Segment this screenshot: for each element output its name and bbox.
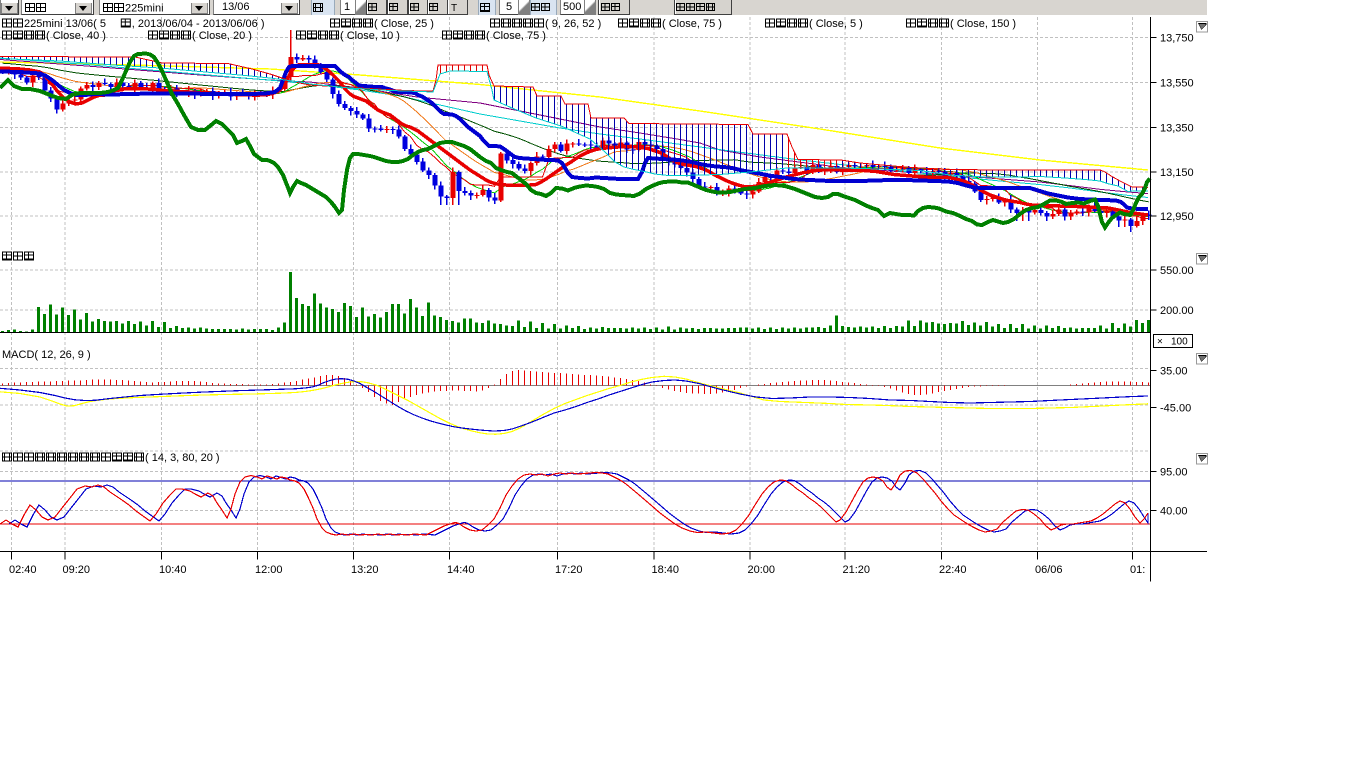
svg-text:225mini 13/06( 5: 225mini 13/06( 5 (24, 18, 106, 30)
svg-text:( Close, 75 ): ( Close, 75 ) (662, 18, 722, 30)
svg-text:( Close, 40 ): ( Close, 40 ) (46, 30, 106, 42)
svg-text:MACD( 12, 26, 9 ): MACD( 12, 26, 9 ) (2, 349, 91, 361)
svg-text:( 9, 26, 52 ): ( 9, 26, 52 ) (545, 18, 601, 30)
svg-text:T: T (451, 3, 457, 14)
svg-text:, 2013/06/04 - 2013/06/06 ): , 2013/06/04 - 2013/06/06 ) (132, 18, 265, 30)
svg-text:( 14, 3, 80, 20 ): ( 14, 3, 80, 20 ) (145, 452, 220, 464)
svg-text:( Close, 25 ): ( Close, 25 ) (374, 18, 434, 30)
svg-text:( Close, 5 ): ( Close, 5 ) (809, 18, 863, 30)
svg-text:225mini: 225mini (125, 3, 164, 15)
svg-text:( Close, 10 ): ( Close, 10 ) (340, 30, 400, 42)
svg-text:( Close, 150 ): ( Close, 150 ) (950, 18, 1016, 30)
svg-text:( Close, 75 ): ( Close, 75 ) (486, 30, 546, 42)
svg-text:( Close, 20 ): ( Close, 20 ) (192, 30, 252, 42)
